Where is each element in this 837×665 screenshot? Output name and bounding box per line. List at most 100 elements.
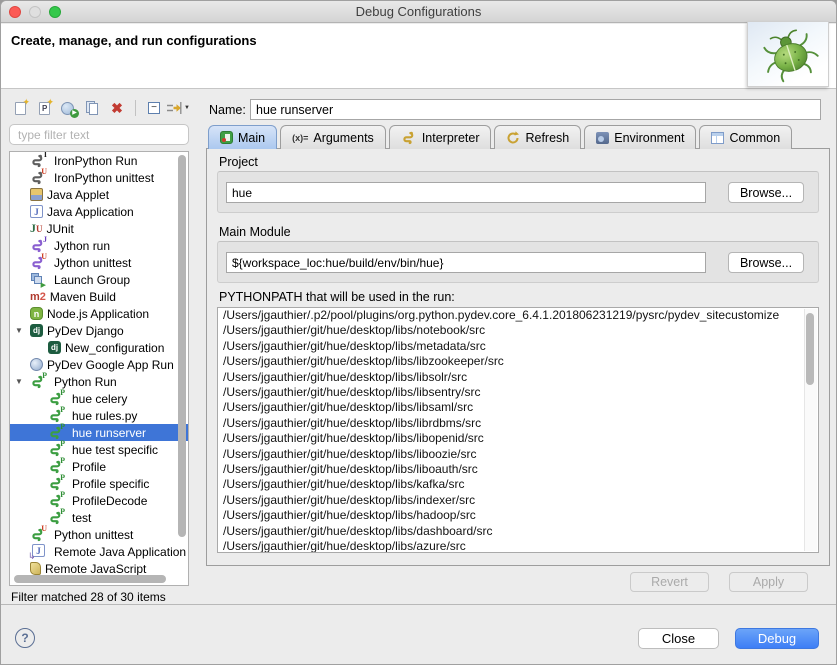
pythonpath-entry[interactable]: /Users/jgauthier/git/hue/desktop/libs/me… (218, 339, 818, 354)
tree-item-jython-run[interactable]: JJython run (10, 237, 188, 254)
tree-item-label: Remote JavaScript (45, 562, 146, 576)
delete-icon: ✖ (111, 101, 123, 115)
tree-item-launch-group[interactable]: ▶Launch Group (10, 271, 188, 288)
tree-item-hue-runserver[interactable]: Phue runserver (10, 424, 188, 441)
pythonpath-entry[interactable]: /Users/jgauthier/git/hue/desktop/libs/da… (218, 524, 818, 539)
tree-item-label: hue test specific (72, 443, 158, 457)
tree-item-python-run[interactable]: ▼ PPython Run (10, 373, 188, 390)
tree-item-label: hue runserver (72, 426, 146, 440)
tree-item-profile-specific[interactable]: PProfile specific (10, 475, 188, 492)
delete-configuration-button[interactable]: ✖ (107, 98, 127, 118)
pythonpath-entry[interactable]: /Users/jgauthier/git/hue/desktop/libs/no… (218, 323, 818, 338)
nodejs-icon: n (30, 307, 43, 320)
tab-common[interactable]: Common (699, 125, 792, 149)
pythonpath-entry[interactable]: /Users/jgauthier/.p2/pool/plugins/org.py… (218, 308, 818, 323)
new-prototype-button[interactable]: P✦ (35, 98, 55, 118)
tab-environment[interactable]: Environment (584, 125, 696, 149)
pythonpath-entry[interactable]: /Users/jgauthier/git/hue/desktop/libs/li… (218, 447, 818, 462)
help-button[interactable]: ? (15, 628, 35, 648)
pythonpath-entry[interactable]: /Users/jgauthier/git/hue/desktop/libs/li… (218, 416, 818, 431)
duplicate-configuration-button[interactable] (83, 98, 103, 118)
tree-item-jython-unittest[interactable]: UJython unittest (10, 254, 188, 271)
expander-icon[interactable]: ▼ (15, 377, 23, 386)
pythonpath-entry[interactable]: /Users/jgauthier/git/hue/desktop/libs/li… (218, 370, 818, 385)
pythonpath-scrollbar-thumb[interactable] (806, 313, 814, 385)
tree-item-new-configuration[interactable]: djNew_configuration (10, 339, 188, 356)
duplicate-icon (85, 101, 101, 116)
tree-item-label: JUnit (47, 222, 74, 236)
apply-button[interactable]: Apply (729, 572, 808, 592)
tree-item-profiledecode[interactable]: PProfileDecode (10, 492, 188, 509)
main-module-browse-button[interactable]: Browse... (728, 252, 804, 273)
tree-item-junit[interactable]: JUJUnit (10, 220, 188, 237)
new-config-icon: ✦ (13, 101, 29, 116)
tab-label: Environment (614, 131, 684, 145)
tab-interpreter[interactable]: Interpreter (389, 125, 492, 149)
tree-item-pydev-google-app-run[interactable]: PyDev Google App Run (10, 356, 188, 373)
tab-refresh[interactable]: Refresh (494, 125, 581, 149)
export-configurations-button[interactable]: ▶ (59, 98, 79, 118)
python-run-icon: P (48, 459, 68, 474)
java-application-icon: J (30, 205, 43, 218)
debug-button[interactable]: Debug (735, 628, 819, 649)
new-launch-configuration-button[interactable]: ✦ (11, 98, 31, 118)
collapse-all-button[interactable]: − (144, 98, 164, 118)
tree-item-pydev-django[interactable]: ▼djPyDev Django (10, 322, 188, 339)
tab-label: Refresh (525, 131, 569, 145)
new-prototype-icon: P✦ (37, 101, 53, 116)
pythonpath-entry[interactable]: /Users/jgauthier/git/hue/desktop/libs/ka… (218, 477, 818, 492)
tree-item-label: Launch Group (54, 273, 130, 287)
tree-item-label: PyDev Django (47, 324, 124, 338)
pythonpath-entry[interactable]: /Users/jgauthier/git/hue/desktop/libs/az… (218, 539, 818, 553)
tab-arguments[interactable]: (x)=Arguments (280, 125, 386, 149)
close-button[interactable]: Close (638, 628, 719, 649)
tree-item-label: Profile specific (72, 477, 149, 491)
configurations-tree: IIronPython Run UIronPython unittestJava… (9, 151, 189, 586)
main-module-input[interactable] (226, 252, 706, 273)
pythonpath-entry[interactable]: /Users/jgauthier/git/hue/desktop/libs/ha… (218, 508, 818, 523)
pythonpath-list: /Users/jgauthier/.p2/pool/plugins/org.py… (217, 307, 819, 553)
python-run-icon: P (48, 425, 68, 440)
tree-item-label: ProfileDecode (72, 494, 147, 508)
config-tabbar: Main(x)=Arguments Interpreter Refresh Envi… (208, 125, 792, 149)
name-input[interactable] (250, 99, 821, 120)
tree-item-label: Jython run (54, 239, 110, 253)
expander-icon[interactable]: ▼ (15, 326, 23, 335)
tree-item-label: PyDev Google App Run (47, 358, 174, 372)
tree-item-profile[interactable]: P Profile (10, 458, 188, 475)
tree-item-label: Profile (72, 460, 106, 474)
project-input[interactable] (226, 182, 706, 203)
pythonpath-entry[interactable]: /Users/jgauthier/git/hue/desktop/libs/li… (218, 385, 818, 400)
tree-vertical-scrollbar[interactable] (178, 155, 186, 537)
tab-label: Arguments (313, 131, 373, 145)
configurations-toolbar: ✦ P✦ ▶ ✖ −▼ (11, 97, 188, 119)
tree-item-ironpython-unittest[interactable]: UIronPython unittest (10, 169, 188, 186)
pythonpath-entry[interactable]: /Users/jgauthier/git/hue/desktop/libs/li… (218, 354, 818, 369)
tab-main[interactable]: Main (208, 125, 277, 149)
tree-horizontal-scrollbar[interactable] (14, 575, 166, 583)
tree-item-remote-java-application[interactable]: J↳Remote Java Application (10, 543, 188, 560)
tree-item-hue-rules-py[interactable]: Phue rules.py (10, 407, 188, 424)
project-browse-button[interactable]: Browse... (728, 182, 804, 203)
tree-item-hue-celery[interactable]: Phue celery (10, 390, 188, 407)
tree-item-java-application[interactable]: JJava Application (10, 203, 188, 220)
pythonpath-entry[interactable]: /Users/jgauthier/git/hue/desktop/libs/li… (218, 462, 818, 477)
pythonpath-label: PYTHONPATH that will be used in the run: (219, 290, 455, 304)
tree-item-label: Python Run (54, 375, 117, 389)
remote-java-icon: J↳ (30, 544, 50, 559)
ironpython-run-icon: I (30, 153, 50, 168)
filter-configurations-button[interactable]: ▼ (168, 98, 188, 118)
tree-item-test[interactable]: Ptest (10, 509, 188, 526)
pythonpath-entry[interactable]: /Users/jgauthier/git/hue/desktop/libs/in… (218, 493, 818, 508)
environment-icon (596, 132, 609, 144)
pythonpath-entry[interactable]: /Users/jgauthier/git/hue/desktop/libs/li… (218, 431, 818, 446)
tree-item-hue-test-specific[interactable]: Phue test specific (10, 441, 188, 458)
filter-input[interactable] (9, 124, 189, 145)
revert-button[interactable]: Revert (630, 572, 709, 592)
tree-item-java-applet[interactable]: Java Applet (10, 186, 188, 203)
tree-item-ironpython-run[interactable]: IIronPython Run (10, 152, 188, 169)
pythonpath-entry[interactable]: /Users/jgauthier/git/hue/desktop/libs/li… (218, 400, 818, 415)
tree-item-maven-build[interactable]: m2Maven Build (10, 288, 188, 305)
tree-item-node-js-application[interactable]: nNode.js Application (10, 305, 188, 322)
tree-item-python-unittest[interactable]: UPython unittest (10, 526, 188, 543)
